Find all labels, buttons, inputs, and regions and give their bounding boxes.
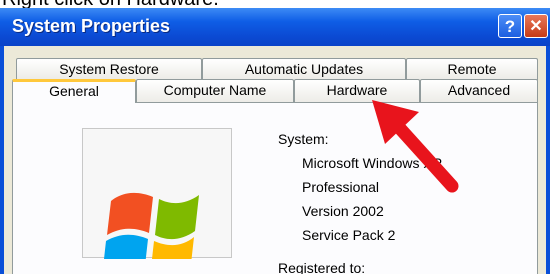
red-arrow-annotation — [372, 100, 459, 193]
